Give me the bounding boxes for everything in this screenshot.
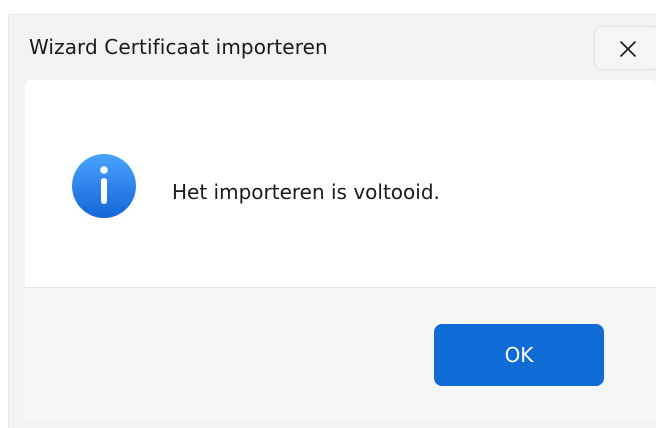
- import-wizard-dialog: Wizard Certificaat importeren Het import…: [8, 14, 656, 428]
- close-icon: [620, 41, 636, 57]
- status-message: Het importeren is voltooid.: [172, 180, 440, 204]
- close-button[interactable]: [594, 26, 656, 70]
- ok-button[interactable]: OK: [434, 324, 604, 386]
- background-strip: [0, 0, 656, 14]
- dialog-title: Wizard Certificaat importeren: [29, 35, 328, 59]
- screen: Wizard Certificaat importeren Het import…: [0, 0, 656, 428]
- dialog-content: Het importeren is voltooid.: [25, 80, 656, 287]
- dialog-footer: OK: [25, 287, 656, 421]
- title-bar: Wizard Certificaat importeren: [9, 15, 656, 79]
- info-icon: [72, 154, 136, 218]
